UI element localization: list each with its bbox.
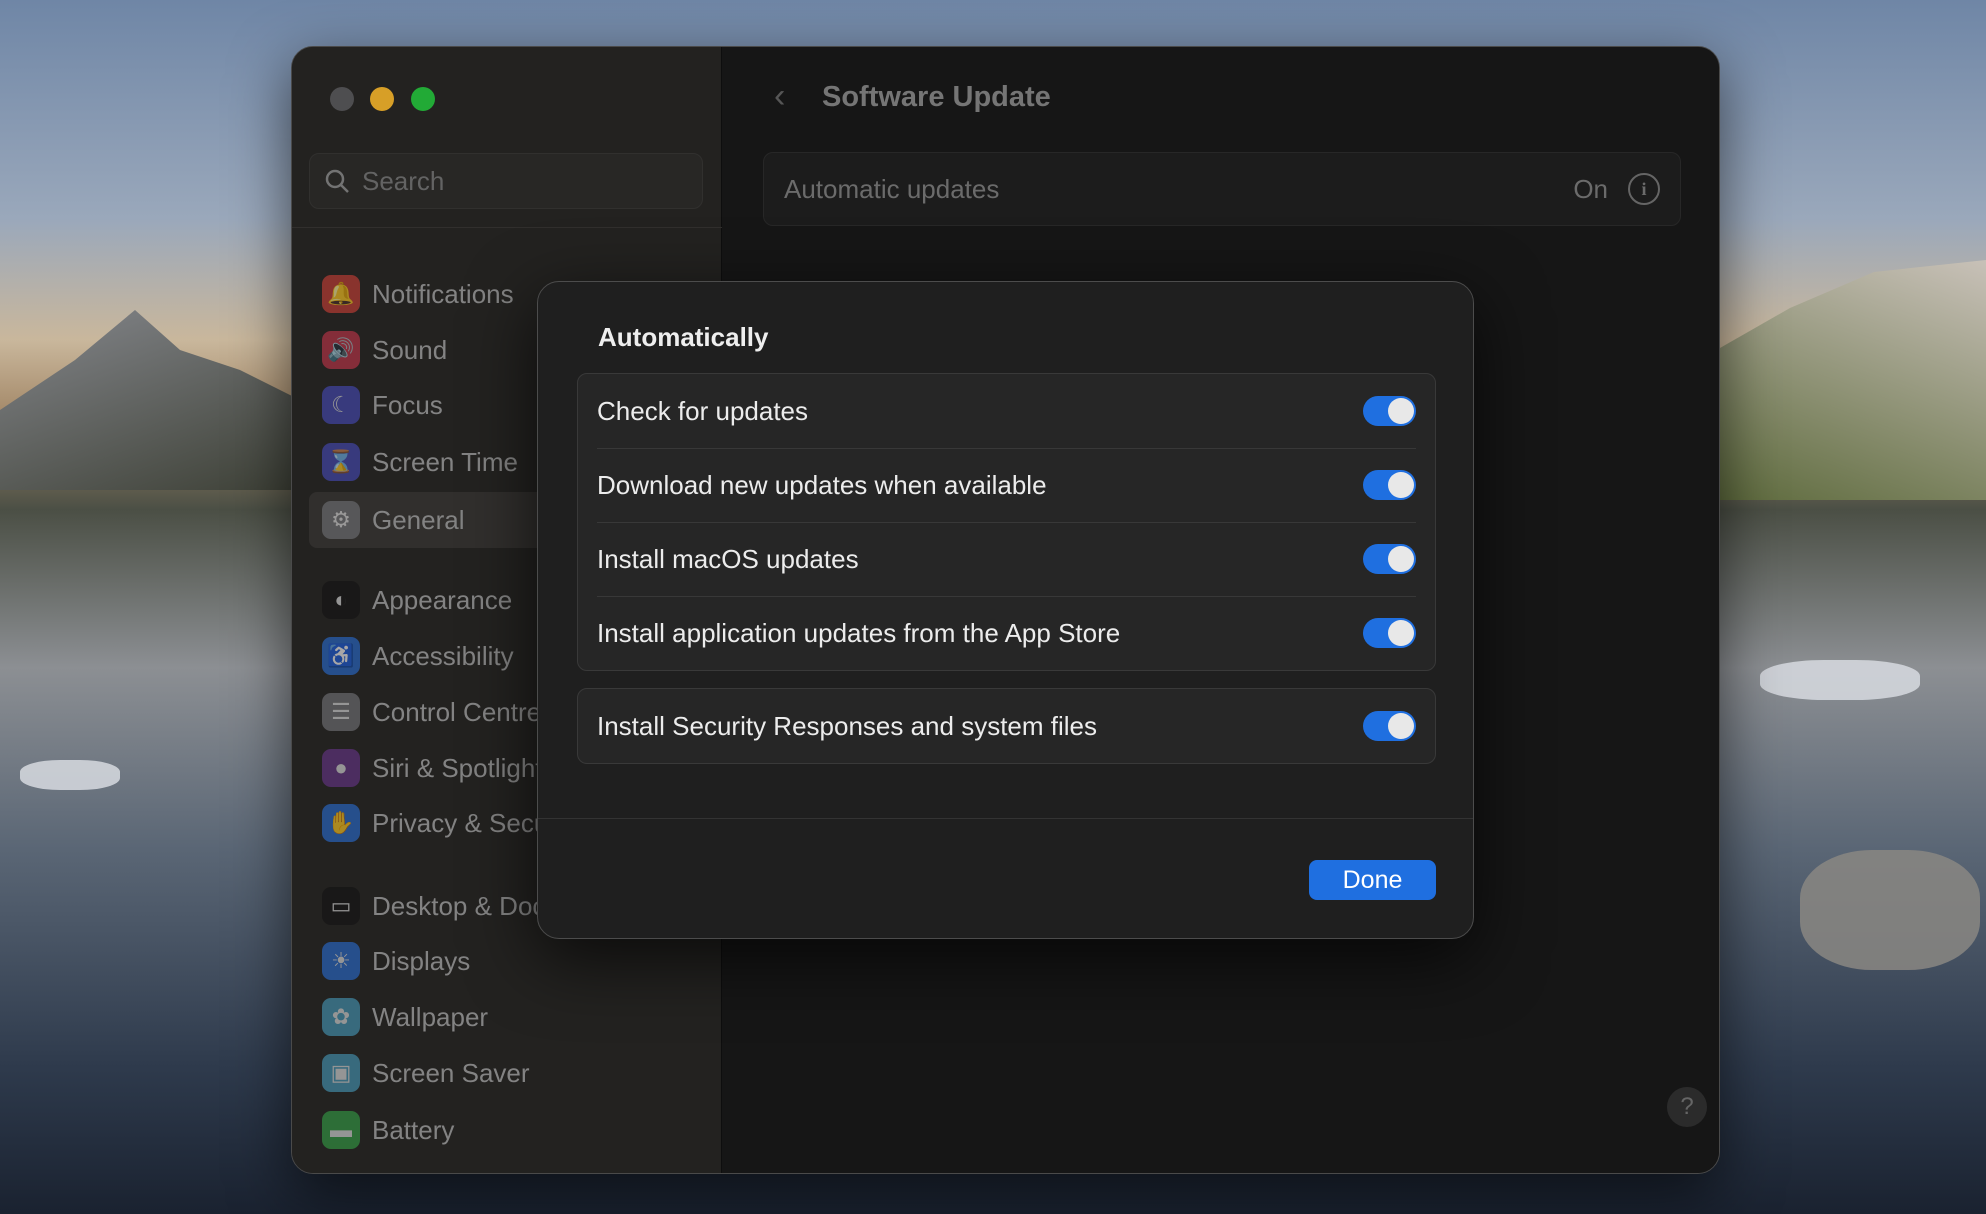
setting-toggle[interactable] [1363,711,1416,741]
setting-row: Download new updates when available [578,448,1435,522]
setting-label: Install application updates from the App… [597,618,1120,649]
dialog-title: Automatically [598,322,769,353]
setting-label: Download new updates when available [597,470,1047,501]
wallpaper-ice [20,760,120,790]
setting-label: Check for updates [597,396,808,427]
setting-row: Install Security Responses and system fi… [578,689,1435,763]
setting-toggle[interactable] [1363,470,1416,500]
setting-toggle[interactable] [1363,396,1416,426]
wallpaper-ice [1760,660,1920,700]
setting-toggle[interactable] [1363,618,1416,648]
setting-row: Check for updates [578,374,1435,448]
setting-row: Install macOS updates [578,522,1435,596]
setting-toggle[interactable] [1363,544,1416,574]
wallpaper-mountain-left [0,290,300,490]
security-group: Install Security Responses and system fi… [577,688,1436,764]
setting-row: Install application updates from the App… [578,596,1435,670]
setting-label: Install macOS updates [597,544,859,575]
wallpaper-mountain-right [1706,260,1986,500]
setting-label: Install Security Responses and system fi… [597,711,1097,742]
updates-group: Check for updates Download new updates wh… [577,373,1436,671]
automatically-dialog: Automatically Check for updates Download … [537,281,1474,939]
done-button[interactable]: Done [1309,860,1436,900]
wallpaper-rock [1800,850,1980,970]
divider [538,818,1473,819]
